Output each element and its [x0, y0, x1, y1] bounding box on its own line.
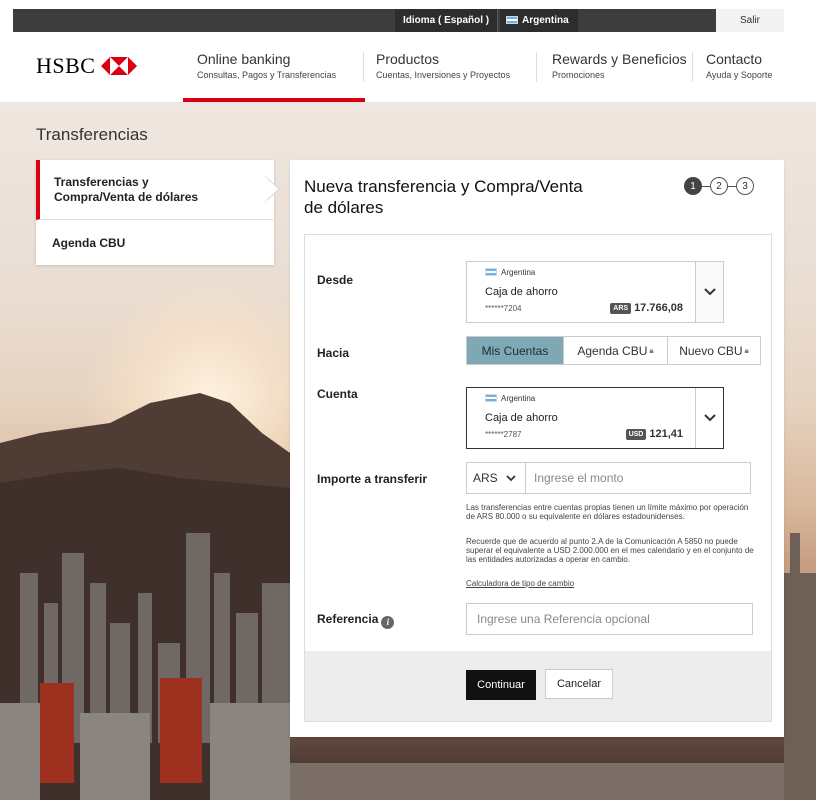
sidebar-item-transferencias[interactable]: Transferencias y Compra/Venta de dólares: [36, 160, 280, 220]
sidebar-item-agenda-cbu[interactable]: Agenda CBU: [36, 220, 274, 265]
step-1: 1: [684, 177, 702, 195]
seg-mis-cuentas[interactable]: Mis Cuentas: [467, 337, 564, 364]
panel-title: Nueva transferencia y Compra/Venta de dó…: [304, 177, 583, 217]
currency-badge: ARS: [610, 303, 632, 314]
lock-icon: 🔒︎: [649, 345, 654, 355]
nav-online-banking[interactable]: Online banking Consultas, Pagos y Transf…: [197, 51, 336, 80]
limit-note: Las transferencias entre cuentas propias…: [466, 503, 749, 521]
sidebar-item-label: Transferencias y Compra/Venta de dólares: [54, 174, 199, 204]
chevron-down-icon[interactable]: [695, 262, 723, 322]
nav-sublabel: Consultas, Pagos y Transferencias: [197, 70, 337, 80]
dest-account-type: Caja de ahorro: [485, 412, 558, 424]
dest-balance-amount: 121,41: [649, 428, 683, 440]
argentina-flag-icon: [485, 268, 497, 276]
main-header: HSBC Online banking Consultas, Pagos y T…: [0, 32, 816, 103]
destination-account-selector[interactable]: Argentina Caja de ahorro ******2787 USD 1…: [466, 387, 724, 449]
dest-country-label: Argentina: [501, 394, 536, 403]
currency-badge: USD: [625, 429, 647, 440]
top-utility-bar: Idioma ( Español ) Argentina Salir: [0, 0, 816, 32]
nav-label: Contacto: [706, 51, 763, 67]
nav-label: Rewards y Beneficios: [552, 51, 687, 67]
hsbc-hexagon-icon: [101, 57, 138, 75]
nav-rewards[interactable]: Rewards y Beneficios Promociones: [552, 51, 687, 80]
nav-divider: [536, 52, 537, 82]
sidebar: Transferencias y Compra/Venta de dólares…: [36, 160, 280, 265]
source-country-label: Argentina: [501, 268, 536, 277]
chevron-down-icon[interactable]: [695, 388, 723, 448]
source-account-number: ******7204: [485, 304, 522, 313]
nav-sublabel: Promociones: [552, 70, 605, 80]
nav-sublabel: Cuentas, Inversiones y Proyectos: [376, 70, 511, 80]
argentina-flag-icon: [506, 16, 518, 24]
desde-label: Desde: [317, 273, 354, 287]
nav-label: Productos: [376, 51, 440, 67]
form-footer: [305, 651, 771, 721]
currency-select[interactable]: ARS: [466, 462, 526, 494]
chevron-down-icon: [506, 474, 516, 481]
step-3: 3: [736, 177, 754, 195]
country-label: Argentina: [522, 15, 569, 26]
nav-active-indicator: [183, 98, 365, 102]
hsbc-logo[interactable]: HSBC: [36, 53, 138, 79]
reference-input[interactable]: [466, 603, 753, 635]
seg-label: Agenda CBU: [577, 343, 648, 358]
brand-name: HSBC: [36, 53, 96, 78]
step-connector: [702, 185, 710, 187]
hacia-label: Hacia: [317, 346, 350, 360]
sidebar-item-label: Agenda CBU: [52, 235, 126, 250]
seg-label: Nuevo CBU: [679, 343, 743, 358]
argentina-flag-icon: [485, 394, 497, 402]
seg-agenda-cbu[interactable]: Agenda CBU 🔒︎: [564, 337, 668, 364]
source-account-type: Caja de ahorro: [485, 286, 558, 298]
dest-balance: USD 121,41: [625, 428, 683, 440]
nav-divider: [363, 52, 364, 82]
language-selector[interactable]: Idioma ( Español ): [395, 9, 499, 32]
amount-input[interactable]: [526, 462, 751, 494]
importe-label: Importe a transferir: [317, 472, 428, 486]
currency-select-value: ARS: [473, 471, 498, 485]
nav-productos[interactable]: Productos Cuentas, Inversiones y Proyect…: [376, 51, 510, 80]
transfer-form: Desde Argentina Caja de ahorro ******720…: [304, 234, 772, 722]
continue-button[interactable]: Continuar: [466, 670, 536, 700]
lock-icon: 🔒︎: [744, 345, 749, 355]
nav-sublabel: Ayuda y Soporte: [706, 70, 773, 80]
nav-label: Online banking: [197, 51, 291, 67]
logout-button[interactable]: Salir: [716, 9, 784, 32]
page-title: Transferencias: [36, 125, 148, 144]
regulation-note: Recuerde que de acuerdo al punto 2.A de …: [466, 537, 754, 564]
info-icon[interactable]: i: [381, 616, 395, 629]
transfer-panel: Nueva transferencia y Compra/Venta de dó…: [290, 160, 784, 737]
exchange-calculator-link[interactable]: Calculadora de tipo de cambio: [466, 579, 574, 588]
country-selector[interactable]: Argentina: [500, 9, 578, 32]
step-indicator: 1 2 3: [684, 177, 754, 195]
referencia-label-text: Referencia: [317, 612, 379, 626]
active-pointer-icon: [265, 176, 280, 202]
seg-label: Mis Cuentas: [481, 343, 549, 358]
source-balance-amount: 17.766,08: [634, 302, 683, 314]
source-balance: ARS 17.766,08: [610, 302, 683, 314]
step-2: 2: [710, 177, 728, 195]
source-country: Argentina: [485, 268, 535, 277]
source-account-selector[interactable]: Argentina Caja de ahorro ******7204 ARS 1…: [466, 261, 724, 323]
dest-country: Argentina: [485, 394, 535, 403]
step-connector: [728, 185, 736, 187]
amount-row: ARS: [466, 462, 751, 494]
cuenta-label: Cuenta: [317, 387, 358, 401]
seg-nuevo-cbu[interactable]: Nuevo CBU 🔒︎: [668, 337, 760, 364]
nav-contacto[interactable]: Contacto Ayuda y Soporte: [706, 51, 772, 80]
destination-type-toggle: Mis Cuentas Agenda CBU 🔒︎ Nuevo CBU 🔒︎: [466, 336, 761, 365]
dest-account-number: ******2787: [485, 430, 522, 439]
nav-divider: [692, 52, 693, 82]
cancel-button[interactable]: Cancelar: [545, 669, 613, 699]
referencia-label: Referencia i: [317, 612, 395, 629]
